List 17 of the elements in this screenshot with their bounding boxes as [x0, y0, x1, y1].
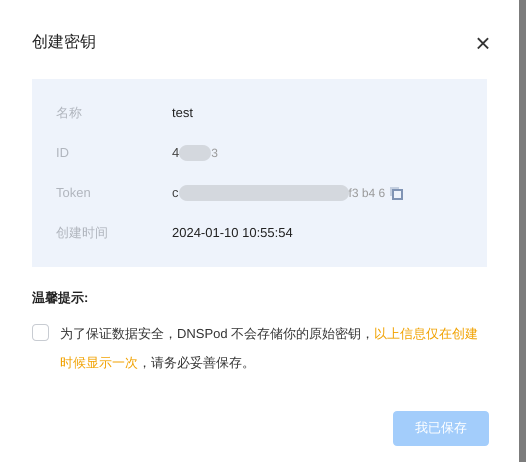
- field-value: 3: [211, 145, 218, 162]
- field-label: 创建时间: [56, 224, 109, 242]
- redaction-smear: [179, 145, 212, 161]
- checkbox[interactable]: [32, 324, 49, 340]
- field-label: ID: [56, 144, 70, 162]
- copy-icon[interactable]: [389, 186, 404, 200]
- field-value: f3 b4 6: [348, 185, 386, 202]
- field-value: 2024-01-10 10:55:54: [172, 224, 293, 242]
- field-value: test: [172, 104, 193, 122]
- tip-text: 为了保证数据安全，DNSPod 不会存储你的原始密钥，以上信息仅在创建时候显示一次，请务必妥善保存。: [60, 324, 480, 372]
- field-value: c: [172, 184, 178, 202]
- close-button[interactable]: ×: [471, 30, 495, 56]
- tip-heading: 温馨提示:: [32, 289, 90, 307]
- field-label: Token: [56, 184, 92, 202]
- field-label: 名称: [56, 104, 83, 122]
- dialog-title: 创建密钥: [32, 32, 96, 53]
- field-value: 4: [172, 144, 180, 162]
